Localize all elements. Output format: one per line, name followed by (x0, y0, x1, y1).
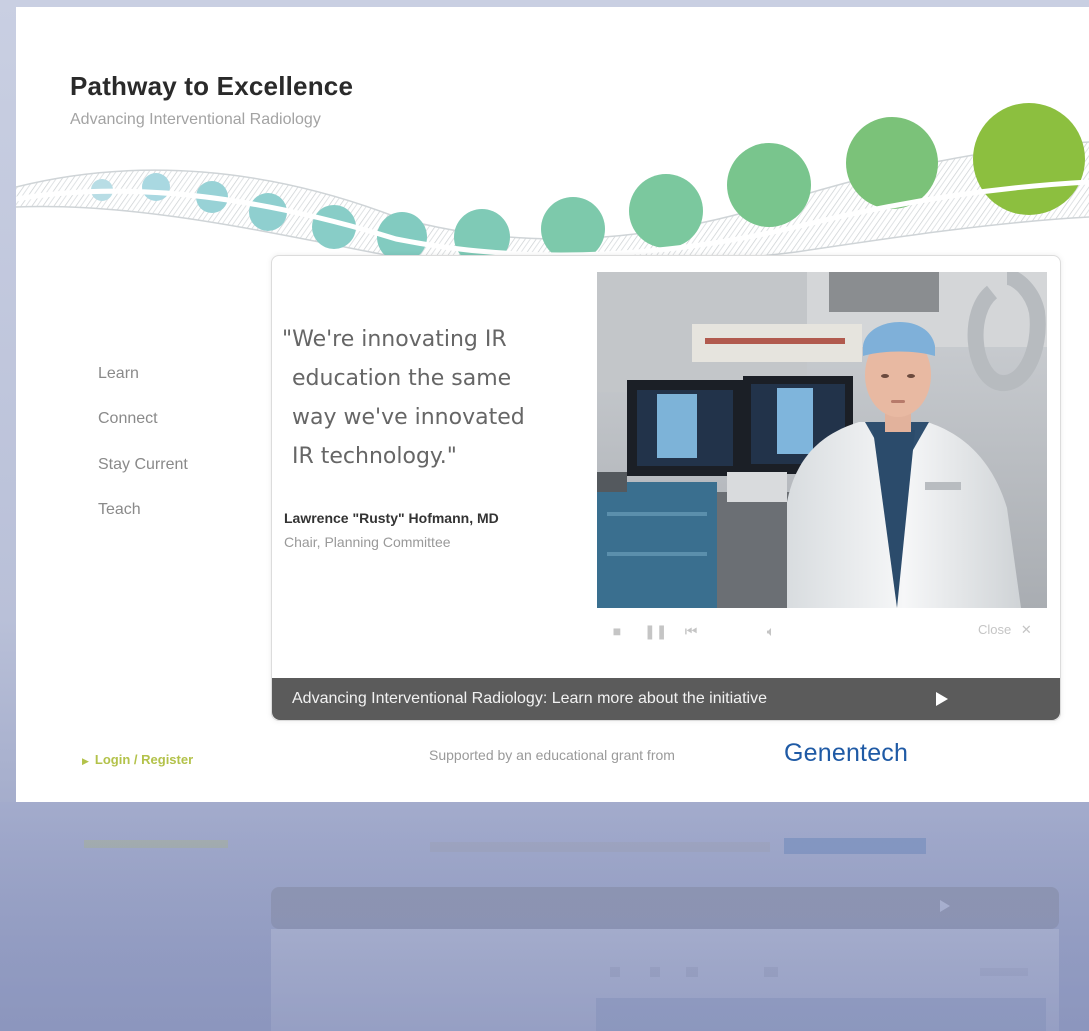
page-content: Pathway to Excellence Advancing Interven… (16, 7, 1089, 802)
close-button[interactable]: Close ✕ (978, 622, 1032, 638)
nav-connect[interactable]: Connect (98, 410, 158, 428)
initiative-banner-text: Advancing Interventional Radiology: Lear… (292, 690, 767, 707)
speaker-role: Chair, Planning Committee (284, 534, 451, 550)
stage: Pathway to Excellence Advancing Interven… (0, 0, 1089, 1031)
feature-panel: "We're innovating IR education the same … (271, 255, 1061, 721)
skip-back-button[interactable]: ⏮ (680, 620, 702, 642)
reflection-fade (0, 802, 1089, 1031)
close-label: Close (978, 622, 1012, 637)
page-reflection (0, 802, 1089, 1031)
pause-icon: ❚❚ (644, 623, 668, 639)
initiative-banner[interactable]: Advancing Interventional Radiology: Lear… (272, 678, 1060, 720)
stop-button[interactable]: ■ (606, 620, 628, 642)
sponsor-logo[interactable]: Genentech (784, 739, 908, 768)
quote-line: IR technology." (292, 444, 457, 469)
nav-teach[interactable]: Teach (98, 501, 141, 519)
login-register-link[interactable]: ▶ Login / Register (82, 752, 193, 767)
video-player[interactable] (597, 272, 1047, 608)
volume-icon: 🔈︎ (766, 623, 776, 639)
quote-block: "We're innovating IR education the same … (282, 320, 612, 476)
close-icon: ✕ (1020, 622, 1032, 637)
volume-button[interactable]: 🔈︎ (760, 620, 782, 642)
support-text: Supported by an educational grant from (429, 747, 675, 763)
quote-line: "We're innovating IR (282, 327, 507, 352)
login-register-label: Login / Register (94, 752, 194, 767)
play-arrow-icon (936, 692, 948, 706)
arrow-right-icon: ▶ (82, 756, 89, 766)
speaker-name: Lawrence "Rusty" Hofmann, MD (284, 510, 499, 526)
nav-learn[interactable]: Learn (98, 365, 139, 383)
quote-line: education the same (292, 366, 512, 391)
wave-banner-graphic (16, 103, 1089, 267)
nav-stay-current[interactable]: Stay Current (98, 456, 188, 474)
stop-icon: ■ (612, 623, 622, 639)
pause-button[interactable]: ❚❚ (644, 620, 668, 642)
quote-line: way we've innovated (292, 405, 525, 430)
skip-back-icon: ⏮ (684, 623, 698, 639)
